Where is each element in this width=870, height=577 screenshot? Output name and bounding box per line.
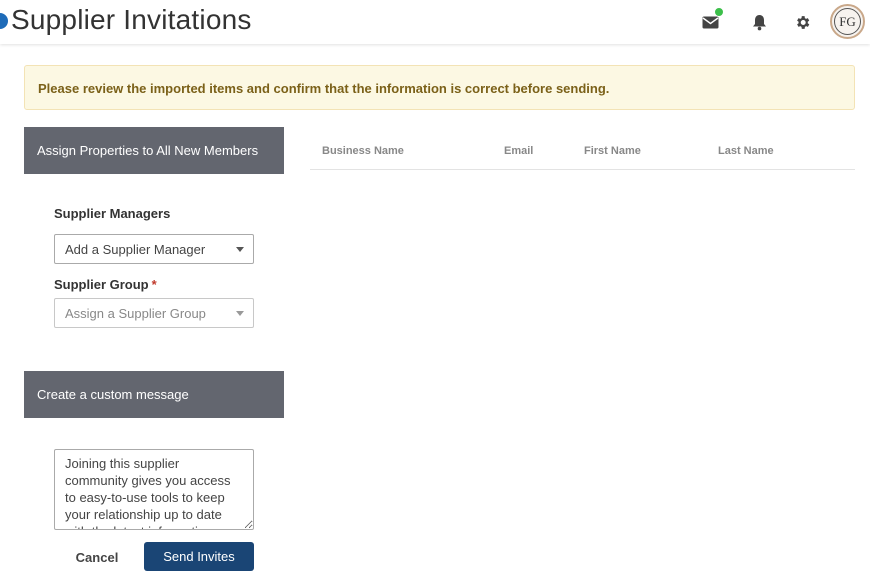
send-invites-button[interactable]: Send Invites <box>144 542 254 571</box>
column-header-business-name[interactable]: Business Name <box>322 145 404 157</box>
alert-text: Please review the imported items and con… <box>38 81 610 96</box>
review-alert: Please review the imported items and con… <box>24 65 855 110</box>
chevron-down-icon <box>236 247 244 252</box>
custom-message-title: Create a custom message <box>37 387 189 402</box>
required-marker: * <box>151 277 157 292</box>
column-header-first-name[interactable]: First Name <box>584 145 641 157</box>
page-title: Supplier Invitations <box>11 4 252 35</box>
supplier-manager-select[interactable]: Add a Supplier Manager <box>54 234 254 264</box>
mail-icon[interactable] <box>700 7 724 32</box>
supplier-group-select-placeholder: Assign a Supplier Group <box>65 305 206 321</box>
avatar-initials: FG <box>834 8 861 35</box>
invitee-table-header: Business Name Email First Name Last Name <box>310 134 855 170</box>
avatar[interactable]: FG <box>830 4 865 39</box>
supplier-group-label: Supplier Group * <box>54 277 157 292</box>
assign-properties-title: Assign Properties to All New Members <box>37 143 259 158</box>
nav-toggle-icon[interactable] <box>0 13 8 29</box>
column-header-last-name[interactable]: Last Name <box>718 145 774 157</box>
custom-message-header: Create a custom message <box>24 371 284 418</box>
cancel-button[interactable]: Cancel <box>62 543 132 571</box>
supplier-managers-label: Supplier Managers <box>54 206 171 221</box>
column-header-email[interactable]: Email <box>504 145 533 157</box>
supplier-manager-select-value: Add a Supplier Manager <box>65 241 206 257</box>
custom-message-textarea[interactable]: Joining this supplier community gives yo… <box>54 449 254 530</box>
gear-icon[interactable] <box>792 12 812 32</box>
chevron-down-icon <box>236 311 244 316</box>
top-bar: Supplier Invitations FG <box>0 0 870 44</box>
bell-icon[interactable] <box>749 12 769 32</box>
assign-properties-header: Assign Properties to All New Members <box>24 127 284 174</box>
supplier-group-label-text: Supplier Group <box>54 277 149 292</box>
unread-status-dot <box>714 7 724 17</box>
supplier-group-select[interactable]: Assign a Supplier Group <box>54 298 254 328</box>
